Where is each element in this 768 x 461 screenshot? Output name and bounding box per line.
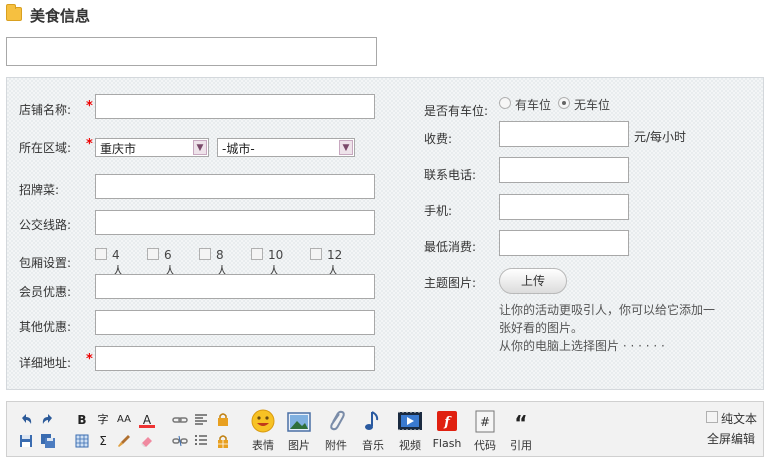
attachment-button-label[interactable]: 附件 [316,437,356,453]
city-select[interactable]: -城市- ▼ [217,138,355,157]
parking-option-label: 有车位 [515,98,552,112]
cover-image-label: 主题图片: [424,276,477,290]
image-button-label[interactable]: 图片 [279,437,319,453]
font-color-icon[interactable]: A [139,412,155,428]
signature-dish-input[interactable] [95,174,375,199]
font-icon[interactable]: 字 [95,412,111,428]
music-button-label[interactable]: 音乐 [353,437,393,453]
title-input[interactable] [6,37,377,66]
min-spend-label: 最低消费: [424,240,477,254]
upload-hint: 张好看的图片。 [499,321,584,335]
emoji-icon[interactable] [250,409,276,433]
upload-hint: 让你的活动更吸引人，你可以给它添加一 [499,303,716,317]
unlink-icon[interactable] [172,433,188,449]
link-icon[interactable] [172,412,188,428]
checkbox[interactable] [251,248,263,260]
music-icon[interactable] [360,409,386,433]
plain-text-label: 纯文本 [721,412,758,426]
table-icon[interactable] [74,433,90,449]
fee-input[interactable] [499,121,629,147]
flash-icon[interactable]: f [434,409,460,433]
signature-dish-label: 招牌菜: [19,183,60,197]
required-mark: * [86,137,93,152]
folder-icon [6,4,22,21]
code-icon[interactable]: # [472,409,498,433]
code-button-label[interactable]: 代码 [465,437,505,453]
bus-route-input[interactable] [95,210,375,235]
emoji-button-label[interactable]: 表情 [243,437,283,453]
chevron-down-icon: ▼ [193,140,207,155]
city-value: -城市- [222,142,255,156]
other-discount-input[interactable] [95,310,375,335]
sum-icon[interactable]: Σ [95,433,111,449]
parking-option-yes[interactable]: 有车位 [499,96,552,112]
radio-button-selected[interactable] [558,97,570,109]
required-mark: * [86,352,93,367]
save-all-icon[interactable] [40,433,56,449]
checkbox[interactable] [95,248,107,260]
attachment-icon[interactable] [323,409,349,433]
quote-button-label[interactable]: 引用 [501,437,541,453]
quote-icon[interactable]: “ [508,411,534,435]
font-size-icon[interactable]: AA [116,412,132,428]
chevron-down-icon: ▼ [339,140,353,155]
required-mark: * [86,99,93,114]
radio-button[interactable] [499,97,511,109]
address-label: 详细地址: [19,356,72,370]
phone-input[interactable] [499,157,629,183]
province-select[interactable]: 重庆市 ▼ [95,138,209,157]
province-value: 重庆市 [100,142,137,156]
private-room-label: 包厢设置: [19,256,72,270]
grid-lock-icon[interactable] [215,433,231,449]
image-icon[interactable] [286,411,312,435]
align-left-icon[interactable] [193,412,209,428]
checkbox[interactable] [147,248,159,260]
fee-label: 收费: [424,132,453,146]
svg-text:#: # [480,415,490,429]
choose-from-computer-link[interactable]: 从你的电脑上选择图片 · · · · · · [499,337,665,355]
parking-option-no[interactable]: 无车位 [558,96,614,112]
checkbox[interactable] [310,248,322,260]
list-icon[interactable] [193,433,209,449]
member-discount-input[interactable] [95,274,375,299]
bold-icon[interactable]: B [74,412,90,428]
phone-label: 联系电话: [424,168,477,182]
mobile-input[interactable] [499,194,629,220]
parking-label: 是否有车位: [424,104,489,118]
shop-name-input[interactable] [95,94,375,119]
flash-button-label[interactable]: Flash [427,437,467,450]
video-button-label[interactable]: 视频 [390,437,430,453]
fee-unit: 元/每小时 [634,130,687,144]
mobile-label: 手机: [424,204,453,218]
brush-icon[interactable] [116,433,132,449]
eraser-icon[interactable] [139,433,155,449]
undo-icon[interactable] [18,412,34,428]
upload-button[interactable]: 上传 [499,268,567,294]
page-title: 美食信息 [30,7,91,25]
checkbox[interactable] [199,248,211,260]
fullscreen-edit-link[interactable]: 全屏编辑 [707,430,755,447]
parking-option-label: 无车位 [574,98,611,112]
shop-name-label: 店铺名称: [19,103,72,117]
save-icon[interactable] [18,433,34,449]
redo-icon[interactable] [40,412,56,428]
address-input[interactable] [95,346,375,371]
other-discount-label: 其他优惠: [19,320,72,334]
lock-icon[interactable] [215,411,231,427]
video-icon[interactable] [397,409,423,433]
plain-text-checkbox[interactable] [706,411,718,423]
min-spend-input[interactable] [499,230,629,256]
region-label: 所在区域: [19,141,72,155]
bus-route-label: 公交线路: [19,218,72,232]
member-discount-label: 会员优惠: [19,285,72,299]
